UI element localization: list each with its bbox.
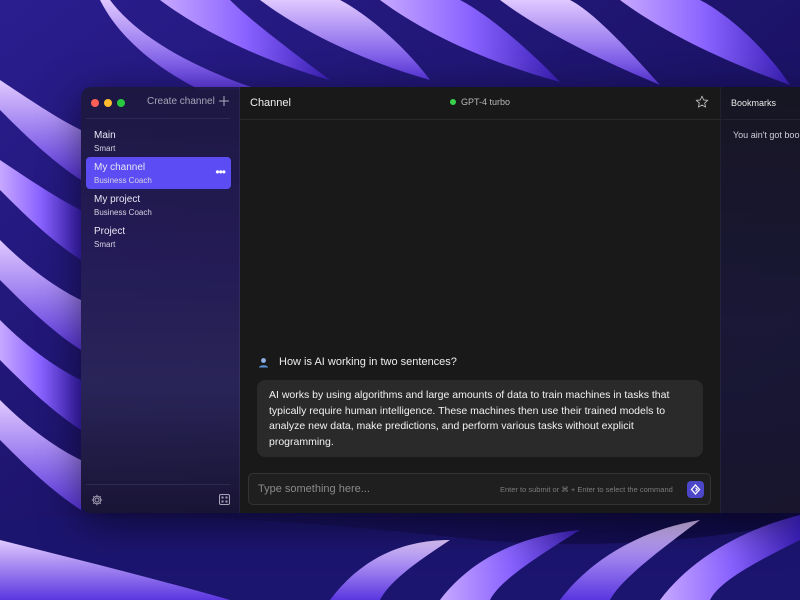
plus-icon[interactable]: [218, 95, 230, 107]
model-name: GPT-4 turbo: [461, 97, 511, 107]
channel-item-project[interactable]: Project Smart: [86, 221, 231, 253]
window-controls: [91, 99, 125, 107]
message-composer: Enter to submit or ⌘ + Enter to select t…: [248, 473, 711, 505]
bookmarks-panel: Bookmarks You ain't got bookmarks: [720, 87, 800, 513]
create-channel-label[interactable]: Create channel: [147, 96, 215, 107]
chat-panel: Channel GPT-4 turbo How is AI working in…: [240, 87, 720, 513]
sidebar-divider: [86, 118, 230, 119]
star-icon[interactable]: [695, 95, 709, 109]
send-button[interactable]: [687, 481, 704, 498]
message-input[interactable]: [249, 474, 489, 504]
composer-hint: Enter to submit or ⌘ + Enter to select t…: [500, 485, 673, 494]
bookmarks-empty-text: You ain't got bookmarks: [733, 130, 800, 140]
close-window-button[interactable]: [91, 99, 99, 107]
gear-icon[interactable]: [91, 494, 103, 506]
channel-item-main[interactable]: Main Smart: [86, 125, 231, 157]
page-title: Channel: [250, 97, 291, 109]
status-dot-icon: [450, 99, 456, 105]
app-window: Create channel Main Smart My channel Bus…: [81, 87, 800, 513]
channel-subtitle: Smart: [94, 240, 116, 249]
sidebar: Create channel Main Smart My channel Bus…: [81, 87, 240, 513]
chat-header: Channel GPT-4 turbo: [240, 87, 720, 120]
bookmarks-header: Bookmarks: [721, 87, 800, 120]
assistant-message: AI works by using algorithms and large a…: [257, 380, 703, 457]
model-selector[interactable]: GPT-4 turbo: [450, 97, 510, 107]
more-icon[interactable]: •••: [215, 165, 226, 179]
channel-name: Project: [94, 226, 126, 237]
channel-list: Main Smart My channel Business Coach •••…: [86, 125, 231, 253]
bookmarks-title: Bookmarks: [731, 98, 777, 108]
user-icon: [259, 357, 268, 367]
maximize-window-button[interactable]: [117, 99, 125, 107]
channel-name: Main: [94, 130, 116, 141]
send-icon: [690, 484, 701, 495]
channel-item-my-channel[interactable]: My channel Business Coach •••: [86, 157, 231, 189]
user-message: How is AI working in two sentences?: [258, 356, 457, 368]
grid-icon[interactable]: [219, 494, 230, 505]
sidebar-bottom-divider: [86, 484, 230, 485]
minimize-window-button[interactable]: [104, 99, 112, 107]
channel-name: My project: [94, 194, 141, 205]
channel-subtitle: Business Coach: [94, 176, 152, 185]
channel-item-my-project[interactable]: My project Business Coach: [86, 189, 231, 221]
channel-name: My channel: [94, 162, 146, 173]
channel-subtitle: Smart: [94, 144, 116, 153]
question-text: How is AI working in two sentences?: [279, 356, 457, 368]
channel-subtitle: Business Coach: [94, 208, 152, 217]
